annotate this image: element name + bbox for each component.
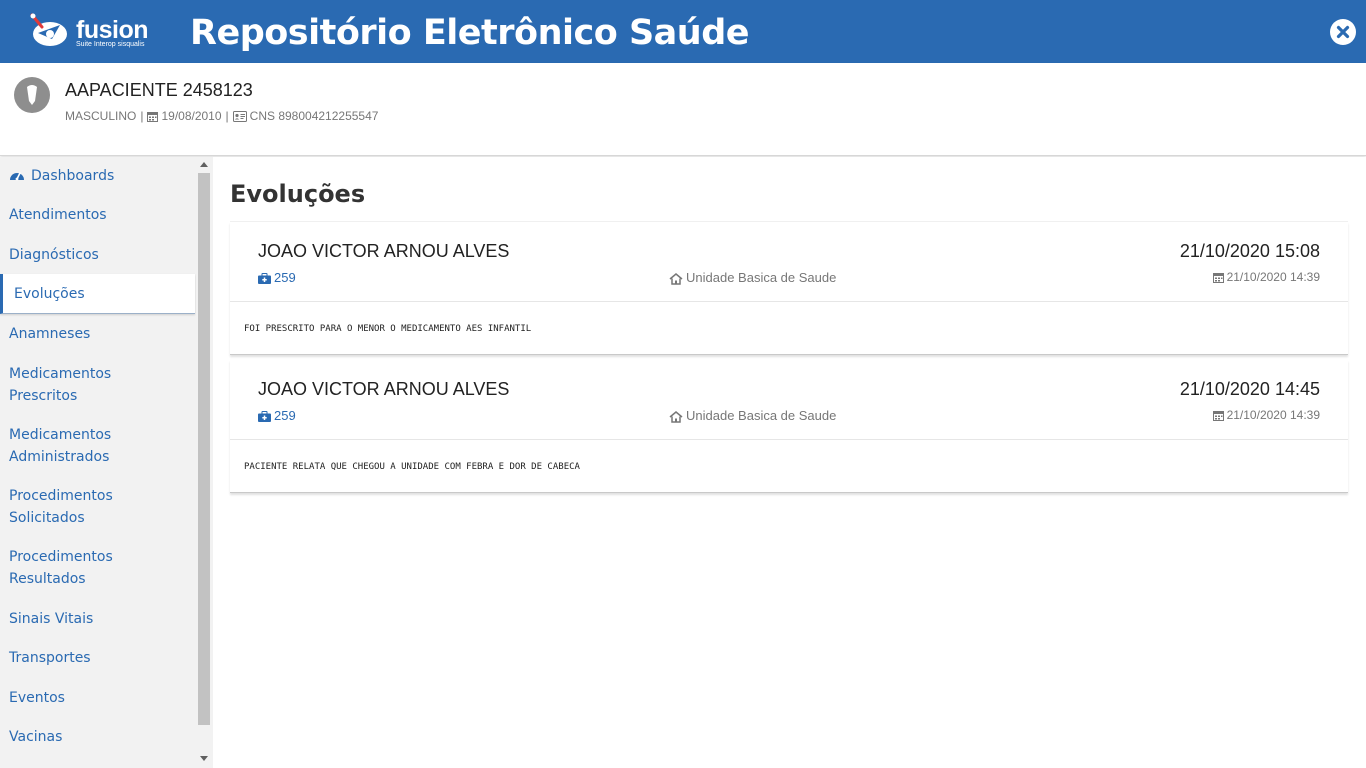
calendar-icon [147,111,159,122]
sidebar-item-diagnosticos[interactable]: Diagnósticos [0,244,195,266]
sidebar-item-vacinas[interactable]: Vacinas [0,726,195,748]
evolution-card: JOAO VICTOR ARNOU ALVES 21/10/2020 14:45… [230,360,1348,493]
separator: | [225,109,229,123]
top-bar: fusion Suite Interop sisqualis Repositór… [0,0,1366,63]
scroll-thumb[interactable] [198,173,210,725]
patient-cns: CNS 898004212255547 [249,109,379,123]
sidebar-item-label: Sinais Vitais [9,611,94,627]
sidebar-item-transportes[interactable]: Transportes [0,647,195,669]
evolution-datetime: 21/10/2020 15:08 [1179,241,1320,261]
evolution-card-header: JOAO VICTOR ARNOU ALVES 21/10/2020 14:45… [230,360,1348,440]
sidebar-item-anamneses[interactable]: Anamneses [0,323,195,345]
health-unit: Unidade Basica de Saude [669,270,836,285]
sidebar-item-label: Vacinas [9,729,63,745]
sidebar-item-label: Transportes [9,650,91,666]
fusion-logo-icon [30,13,67,46]
sidebar-item-label: Medicamentos [9,366,112,382]
evolution-card-header: JOAO VICTOR ARNOU ALVES 21/10/2020 15:08… [230,222,1348,302]
attendance-link[interactable]: 259 [258,408,296,423]
calendar-icon [1212,273,1224,284]
record-date-label: 21/10/2020 14:39 [1226,408,1320,422]
evolution-card-body: PACIENTE RELATA QUE CHEGOU A UNIDADE COM… [230,440,1348,492]
record-date-label: 21/10/2020 14:39 [1226,270,1320,284]
close-button[interactable] [1330,19,1356,45]
patient-sex: MASCULINO [65,109,137,123]
patient-info: MASCULINO | 19/08/2010 | CNS 89800421225… [65,109,378,123]
sidebar-item-sinais-vitais[interactable]: Sinais Vitais [0,608,195,630]
scroll-down-arrow-icon[interactable] [200,756,208,761]
sidebar-item-label: Dashboards [31,168,115,184]
medical-kit-icon [258,273,271,285]
sidebar-item-label: Eventos [9,690,65,706]
patient-avatar [14,77,50,113]
patient-name: AAPACIENTE 2458123 [65,80,253,100]
sidebar-item-procedimentos-solicitados[interactable]: Procedimentos Solicitados [0,485,195,529]
sidebar-item-label: Medicamentos [9,427,112,443]
sidebar-item-label-line2: Solicitados [9,510,85,526]
sidebar-item-dashboards[interactable]: Dashboards [0,165,195,187]
sidebar-item-label: Procedimentos [9,549,113,565]
sidebar-item-label-line2: Prescritos [9,388,78,404]
professional-name: JOAO VICTOR ARNOU ALVES [258,241,510,261]
health-unit-label: Unidade Basica de Saude [686,408,837,423]
scroll-up-arrow-icon[interactable] [200,162,208,167]
dashboard-gauge-icon [10,172,24,181]
sidebar-item-label: Anamneses [9,326,91,342]
home-icon [669,410,683,423]
patient-header: AAPACIENTE 2458123 MASCULINO | 19/08/201… [0,63,1366,156]
main-content: Evoluções JOAO VICTOR ARNOU ALVES 21/10/… [213,157,1366,768]
home-icon [669,272,683,285]
medical-kit-icon [258,411,271,423]
sidebar-item-label: Atendimentos [9,207,107,223]
evolution-text: FOI PRESCRITO PARA O MENOR O MEDICAMENTO… [244,324,532,334]
evolution-text: PACIENTE RELATA QUE CHEGOU A UNIDADE COM… [244,462,580,472]
app-title: Repositório Eletrônico Saúde [190,13,750,53]
sidebar-scrollbar[interactable] [196,157,213,768]
sidebar-item-procedimentos-resultados[interactable]: Procedimentos Resultados [0,546,195,590]
sidebar: Dashboards Atendimentos Diagnósticos Evo… [0,157,213,768]
sidebar-item-evolucoes[interactable]: Evoluções [0,274,195,314]
health-unit: Unidade Basica de Saude [669,408,836,423]
record-date: 21/10/2020 14:39 [1212,270,1320,284]
close-icon [1331,20,1355,44]
fusion-logo: fusion Suite Interop sisqualis [30,13,150,53]
calendar-icon [1212,411,1224,422]
attendance-number: 259 [274,270,296,285]
sidebar-item-label: Procedimentos [9,488,113,504]
sidebar-item-label-line2: Administrados [9,449,110,465]
id-card-icon [232,110,247,122]
evolution-datetime: 21/10/2020 14:45 [1179,379,1320,399]
sidebar-item-eventos[interactable]: Eventos [0,687,195,709]
sidebar-item-medicamentos-administrados[interactable]: Medicamentos Administrados [0,424,195,468]
sidebar-item-atendimentos[interactable]: Atendimentos [0,204,195,226]
separator: | [140,109,144,123]
sidebar-item-label: Diagnósticos [9,247,99,263]
evolution-card-body: FOI PRESCRITO PARA O MENOR O MEDICAMENTO… [230,302,1348,354]
professional-name: JOAO VICTOR ARNOU ALVES [258,379,510,399]
attendance-link[interactable]: 259 [258,270,296,285]
user-silhouette-icon [27,85,37,105]
logo-subtitle: Suite Interop sisqualis [76,41,145,48]
sidebar-item-label-line2: Resultados [9,571,86,587]
page-title: Evoluções [230,180,366,208]
sidebar-item-label: Evoluções [14,286,85,302]
attendance-number: 259 [274,408,296,423]
evolution-card: JOAO VICTOR ARNOU ALVES 21/10/2020 15:08… [230,222,1348,355]
patient-birth-date: 19/08/2010 [161,109,222,123]
record-date: 21/10/2020 14:39 [1212,408,1320,422]
sidebar-item-medicamentos-prescritos[interactable]: Medicamentos Prescritos [0,363,195,407]
health-unit-label: Unidade Basica de Saude [686,270,837,285]
